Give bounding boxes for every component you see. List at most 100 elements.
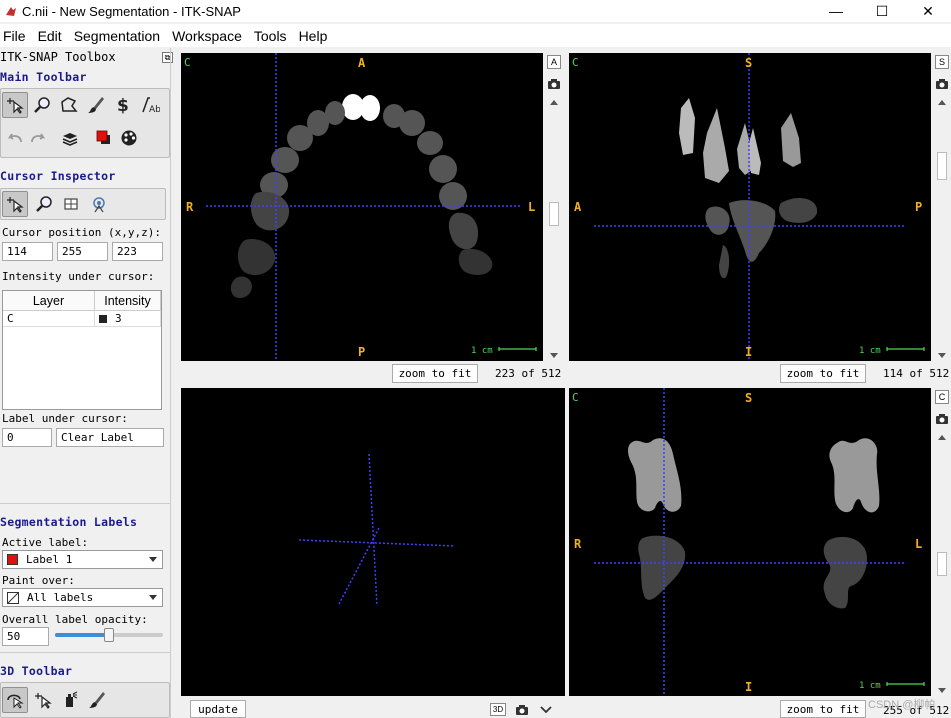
- coronal-slice-scrollbar[interactable]: [935, 432, 949, 696]
- table-row[interactable]: C 3: [3, 311, 161, 327]
- 3d-paint-button[interactable]: [84, 687, 110, 713]
- menu-segmentation[interactable]: Segmentation: [71, 28, 167, 44]
- orientation-left: R: [186, 200, 194, 214]
- menu-help[interactable]: Help: [296, 28, 335, 44]
- 3d-crosshair-button[interactable]: [30, 687, 56, 713]
- paint-over-dropdown[interactable]: All labels: [2, 588, 163, 607]
- coronal-zoom-to-fit-button[interactable]: zoom to fit: [780, 700, 866, 718]
- sagittal-slice-scrollbar[interactable]: [935, 97, 949, 361]
- opacity-slider-thumb[interactable]: [104, 628, 114, 642]
- axial-view[interactable]: C A P R L 1 cm: [181, 53, 543, 361]
- menu-tools[interactable]: Tools: [251, 28, 294, 44]
- orientation-right: P: [915, 200, 923, 214]
- scroll-down-icon[interactable]: [938, 353, 946, 358]
- maximize-button[interactable]: ☐: [859, 0, 905, 22]
- scroll-thumb[interactable]: [549, 202, 559, 226]
- toolbox-float-button[interactable]: ⧉: [162, 52, 173, 63]
- zoom-tool-button[interactable]: [29, 92, 55, 118]
- active-label-swatch: [7, 554, 18, 565]
- crosshair-cursor-icon: [7, 197, 24, 213]
- paintbrush-tool-button[interactable]: [83, 92, 109, 118]
- camera-icon[interactable]: [935, 413, 949, 425]
- annotation-tool-button[interactable]: Ab: [137, 92, 163, 118]
- coronal-layout-button[interactable]: C: [935, 390, 949, 404]
- inspector-layout-button[interactable]: [58, 191, 84, 217]
- 3d-update-button[interactable]: update: [190, 700, 246, 718]
- orientation-bottom: P: [358, 345, 366, 359]
- scroll-thumb[interactable]: [937, 152, 947, 180]
- inspector-toolbar: [0, 188, 166, 220]
- toolbox-panel: ITK-SNAP Toolbox ⧉ Main Toolbar $ Ab Cur…: [0, 48, 176, 718]
- 3d-view[interactable]: [181, 388, 565, 696]
- intensity-table: Layer Intensity C 3: [2, 290, 162, 410]
- chevron-down-icon[interactable]: [540, 706, 552, 714]
- cursor-x-field[interactable]: 114: [2, 242, 53, 261]
- scroll-up-icon[interactable]: [938, 435, 946, 440]
- polygon-tool-button[interactable]: [56, 92, 82, 118]
- watermark-text: CSDN @柳帕: [868, 699, 936, 711]
- menu-file[interactable]: File: [0, 28, 33, 44]
- coronal-view[interactable]: C S I R L 1 cm: [569, 388, 931, 696]
- crosshair-tool-button[interactable]: [2, 92, 28, 118]
- rotate-cursor-icon: [7, 694, 24, 709]
- chevron-down-icon: [149, 595, 157, 600]
- scroll-down-icon[interactable]: [550, 353, 558, 358]
- 3d-rotate-button[interactable]: [2, 687, 28, 713]
- scroll-thumb[interactable]: [937, 552, 947, 576]
- axial-zoom-to-fit-button[interactable]: zoom to fit: [392, 364, 478, 383]
- orientation-left: A: [574, 200, 582, 214]
- intensity-swatch: [99, 314, 107, 323]
- scale-bar: [498, 347, 537, 351]
- itk-snap-app-icon: [6, 7, 16, 16]
- svg-text:Ab: Ab: [149, 105, 160, 115]
- layer-column-header[interactable]: Layer: [3, 291, 95, 310]
- 3d-scalpel-button[interactable]: [57, 687, 83, 713]
- orientation-bottom: I: [745, 680, 753, 694]
- view-corner-label: C: [572, 56, 579, 69]
- sagittal-view[interactable]: C S I A P 1 cm: [569, 53, 931, 361]
- opacity-slider[interactable]: [55, 628, 163, 642]
- snake-tool-button[interactable]: $: [110, 92, 136, 118]
- inspector-zoom-button[interactable]: [31, 191, 57, 217]
- camera-icon[interactable]: [935, 78, 949, 90]
- svg-text:$: $: [117, 96, 129, 115]
- 3d-view-button[interactable]: 3D: [490, 703, 506, 716]
- scale-bar: [886, 682, 925, 686]
- segmentation-labels-title: Segmentation Labels: [0, 515, 138, 529]
- window-title: C.nii - New Segmentation - ITK-SNAP: [22, 3, 241, 19]
- camera-icon[interactable]: [547, 78, 561, 90]
- inspector-cursor-button[interactable]: [2, 191, 28, 217]
- camera-icon[interactable]: [515, 704, 529, 716]
- label-color-button[interactable]: [91, 125, 117, 151]
- scroll-down-icon[interactable]: [938, 688, 946, 693]
- 3d-toolbar-title: 3D Toolbar: [0, 664, 73, 678]
- cursor-z-field[interactable]: 223: [112, 242, 163, 261]
- menu-edit[interactable]: Edit: [35, 28, 69, 44]
- axial-layout-button[interactable]: A: [547, 55, 561, 69]
- tooth-arch: [230, 94, 493, 299]
- scroll-up-icon[interactable]: [938, 100, 946, 105]
- sagittal-layout-button[interactable]: S: [935, 55, 949, 69]
- redo-icon: [31, 133, 46, 143]
- axial-slice-scrollbar[interactable]: [547, 97, 561, 361]
- sagittal-slice-number: 114 of 512: [883, 367, 950, 380]
- layers-button[interactable]: [57, 125, 83, 151]
- minimize-button[interactable]: —: [813, 0, 859, 22]
- scroll-up-icon[interactable]: [550, 100, 558, 105]
- opacity-field[interactable]: 50: [2, 627, 49, 646]
- title-bar: C.nii - New Segmentation - ITK-SNAP — ☐ …: [0, 0, 951, 22]
- menu-workspace[interactable]: Workspace: [169, 28, 249, 44]
- redo-button[interactable]: [25, 125, 51, 151]
- label-name-field[interactable]: Clear Label: [56, 428, 164, 447]
- active-label-dropdown[interactable]: Label 1: [2, 550, 163, 569]
- close-button[interactable]: ✕: [905, 0, 951, 22]
- intensity-column-header[interactable]: Intensity: [95, 291, 161, 310]
- inspector-sync-button[interactable]: [86, 191, 112, 217]
- palette-button[interactable]: [116, 125, 142, 151]
- main-toolbar: $ Ab: [0, 88, 170, 158]
- orientation-right: L: [528, 200, 536, 214]
- label-value-field[interactable]: 0: [2, 428, 52, 447]
- cursor-y-field[interactable]: 255: [57, 242, 108, 261]
- toolbox-header: ITK-SNAP Toolbox ⧉: [0, 50, 176, 66]
- sagittal-zoom-to-fit-button[interactable]: zoom to fit: [780, 364, 866, 383]
